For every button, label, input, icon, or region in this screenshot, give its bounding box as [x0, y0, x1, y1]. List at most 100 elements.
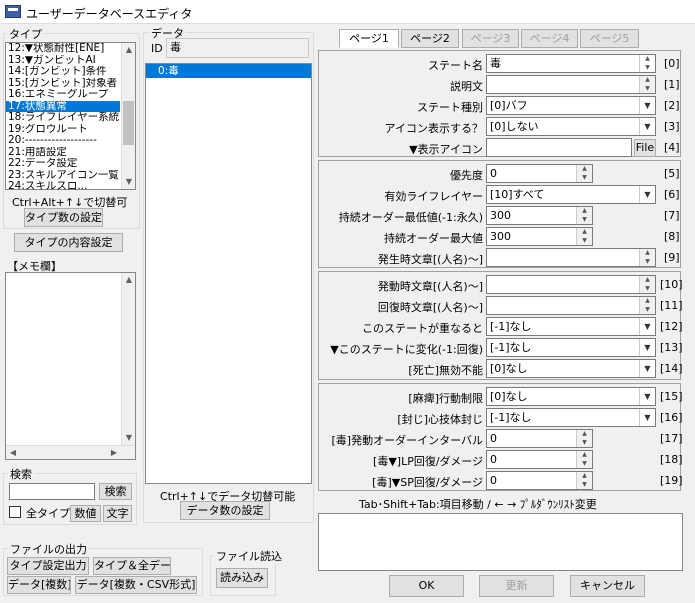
type-count-button[interactable]: タイプ数の設定 [24, 208, 103, 227]
spinner-icon[interactable]: ▲ ▼ [576, 472, 592, 489]
type-content-button[interactable]: タイプの内容設定 [14, 233, 123, 252]
search-input[interactable] [9, 483, 95, 500]
spinner-icon[interactable]: ▲ ▼ [576, 430, 592, 447]
scroll-down-icon[interactable]: ▼ [122, 175, 136, 189]
tab-page2[interactable]: ページ2 [401, 29, 459, 48]
field-spin[interactable]: 0 ▲ ▼ [486, 429, 593, 448]
value-search-button[interactable]: 数値 [70, 505, 101, 522]
field-combo[interactable]: [10]すべて ▼ [486, 185, 656, 204]
type-list-item[interactable]: 19:グロウルート [6, 124, 120, 136]
field-spin[interactable]: 0 ▲ ▼ [486, 450, 593, 469]
dropdown-arrow-icon[interactable]: ▼ [639, 360, 655, 377]
memo-vscrollbar[interactable]: ▲ ▼ [121, 273, 135, 445]
data-list[interactable]: 0:毒 [145, 63, 312, 484]
field-spin[interactable]: ▲ ▼ [486, 248, 656, 267]
type-list-item[interactable]: 21:用語設定 [6, 147, 120, 159]
scroll-down-icon[interactable]: ▼ [122, 431, 136, 445]
scroll-up-icon[interactable]: ▲ [122, 43, 136, 57]
spinner-icon[interactable]: ▲ ▼ [639, 276, 655, 293]
field-index: [10] [660, 278, 683, 291]
field-index: [9] [664, 251, 680, 264]
spinner-icon[interactable]: ▲ ▼ [576, 207, 592, 224]
field-spin[interactable]: 300 ▲ ▼ [486, 206, 593, 225]
spinner-icon[interactable]: ▲ ▼ [639, 76, 655, 93]
dropdown-arrow-icon[interactable]: ▼ [639, 409, 655, 426]
description-box [318, 513, 683, 571]
type-list-item[interactable]: 12:▼状態耐性[ENE] [6, 43, 120, 55]
export-type-settings-button[interactable]: タイプ設定出力 [7, 557, 89, 575]
tab-page5[interactable]: ページ5 [580, 29, 639, 48]
text-search-button[interactable]: 文字 [103, 505, 132, 522]
field-file[interactable] [486, 138, 632, 157]
field-value: 300 [490, 209, 511, 222]
type-list-item[interactable]: 23:スキルアイコン一覧 [6, 170, 120, 182]
data-count-button[interactable]: データ数の設定 [180, 501, 270, 520]
spinner-icon[interactable]: ▲ ▼ [576, 228, 592, 245]
all-types-label: 全タイプ [26, 507, 70, 520]
dropdown-arrow-icon[interactable]: ▼ [639, 318, 655, 335]
type-list-item[interactable]: 20:------------------- [6, 135, 120, 147]
tab-page3[interactable]: ページ3 [462, 29, 519, 48]
type-list-item[interactable]: 15:[ガンビット]対象者 [6, 78, 120, 90]
field-combo[interactable]: [-1]なし ▼ [486, 338, 656, 357]
type-list-item[interactable]: 16:エネミーグループ [6, 89, 120, 101]
field-spin[interactable]: 0 ▲ ▼ [486, 471, 593, 490]
tab-page4[interactable]: ページ4 [521, 29, 578, 48]
type-list[interactable]: 12:▼状態耐性[ENE] 13:▼ガンビットAI 14:[ガンビット]条件 15:[… [5, 42, 136, 193]
memo-hscrollbar[interactable]: ◀ ▶ [6, 445, 135, 459]
type-list-scrollbar[interactable]: ▲ ▼ [121, 43, 135, 189]
load-button[interactable]: 読み込み [216, 568, 268, 588]
type-list-item[interactable]: 18:ライフレイヤー系統リ [6, 112, 120, 124]
dropdown-arrow-icon[interactable]: ▼ [639, 388, 655, 405]
file-browse-button[interactable]: File [634, 139, 656, 157]
spinner-icon[interactable]: ▲ ▼ [639, 297, 655, 314]
field-combo[interactable]: [-1]なし ▼ [486, 408, 656, 427]
type-list-item[interactable]: 24:スキルスロ... [6, 181, 120, 193]
type-list-item[interactable]: 17:状態異常 [6, 100, 120, 112]
scroll-up-icon[interactable]: ▲ [122, 273, 136, 287]
field-combo[interactable]: [-1]なし ▼ [486, 317, 656, 336]
field-combo[interactable]: [0]なし ▼ [486, 359, 656, 378]
field-spin[interactable]: 0 ▲ ▼ [486, 164, 593, 183]
scroll-thumb[interactable] [123, 101, 134, 145]
field-label: [毒▼]LP回復/ダメージ [373, 455, 483, 468]
spinner-icon[interactable]: ▲ ▼ [576, 165, 592, 182]
type-list-item[interactable]: 22:データ設定 [6, 158, 120, 170]
dropdown-arrow-icon[interactable]: ▼ [639, 118, 655, 135]
field-value: 0 [490, 474, 497, 487]
spinner-icon[interactable]: ▲ ▼ [576, 451, 592, 468]
ok-button[interactable]: OK [389, 575, 464, 597]
field-spin[interactable]: ▲ ▼ [486, 75, 656, 94]
field-combo[interactable]: [0]しない ▼ [486, 117, 656, 136]
field-combo[interactable]: [0]バフ ▼ [486, 96, 656, 115]
spinner-icon[interactable]: ▲ ▼ [639, 249, 655, 266]
update-button[interactable]: 更新 [479, 575, 554, 597]
field-combo[interactable]: [0]なし ▼ [486, 387, 656, 406]
cancel-button[interactable]: キャンセル [570, 575, 645, 597]
field-text[interactable]: 毒 ▲ ▼ [486, 54, 656, 73]
scroll-right-icon[interactable]: ▶ [107, 446, 121, 460]
type-list-item[interactable]: 14:[ガンビット]条件 [6, 66, 120, 78]
dropdown-arrow-icon[interactable]: ▼ [639, 97, 655, 114]
data-list-item[interactable]: 0:毒 [146, 64, 311, 78]
dropdown-arrow-icon[interactable]: ▼ [639, 186, 655, 203]
all-types-checkbox[interactable] [9, 506, 21, 518]
field-spin[interactable]: 300 ▲ ▼ [486, 227, 593, 246]
search-button[interactable]: 検索 [99, 483, 132, 500]
field-index: [6] [664, 188, 680, 201]
export-data-multi-button[interactable]: データ[複数] [7, 576, 71, 594]
field-value: [10]すべて [490, 188, 545, 201]
export-data-csv-button[interactable]: データ[複数・CSV形式] [75, 576, 197, 594]
spinner-icon[interactable]: ▲ ▼ [639, 55, 655, 72]
scroll-left-icon[interactable]: ◀ [6, 446, 20, 460]
field-value: 0 [490, 432, 497, 445]
field-spin[interactable]: ▲ ▼ [486, 275, 656, 294]
tab-page1[interactable]: ページ1 [339, 29, 399, 48]
field-index: [14] [660, 362, 683, 375]
field-spin[interactable]: ▲ ▼ [486, 296, 656, 315]
export-type-all-data-button[interactable]: タイプ＆全データ [93, 557, 171, 575]
type-list-item[interactable]: 13:▼ガンビットAI [6, 55, 120, 67]
memo-textarea[interactable]: ▲ ▼ ◀ ▶ [5, 272, 136, 460]
id-field[interactable]: 毒 [166, 38, 309, 58]
dropdown-arrow-icon[interactable]: ▼ [639, 339, 655, 356]
